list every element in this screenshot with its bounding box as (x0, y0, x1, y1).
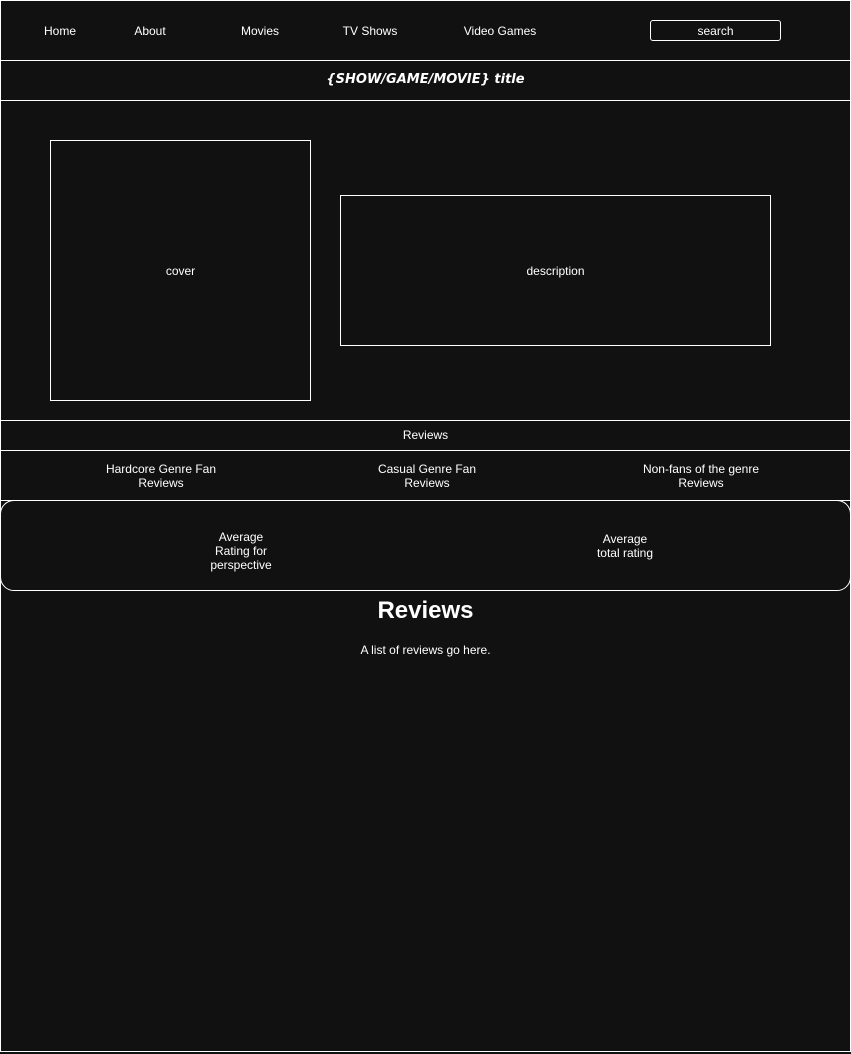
reviews-tab[interactable]: Reviews (0, 420, 851, 451)
search-input[interactable] (650, 20, 781, 41)
nav-about-link[interactable]: About (90, 24, 210, 38)
perspective-average-rating: Average Rating for perspective (181, 530, 301, 572)
description-box: description (340, 195, 771, 346)
description-label: description (526, 263, 585, 278)
nav-movies-link[interactable]: Movies (200, 24, 320, 38)
tab-hardcore-fan-reviews[interactable]: Hardcore Genre Fan Reviews (81, 462, 241, 490)
rating-label-line: Rating for (214, 544, 268, 558)
nav-video-games-link[interactable]: Video Games (440, 24, 560, 38)
page-title: {SHOW/GAME/MOVIE} title (0, 60, 851, 101)
cover-label: cover (165, 263, 196, 278)
rating-label-line: total rating (596, 546, 654, 560)
total-average-rating: Average total rating (565, 532, 685, 560)
perspective-tabs: Hardcore Genre Fan Reviews Casual Genre … (0, 450, 851, 501)
tab-non-fan-reviews[interactable]: Non-fans of the genre Reviews (621, 462, 781, 490)
tab-casual-fan-reviews[interactable]: Casual Genre Fan Reviews (347, 462, 507, 490)
tab-label-line: Reviews (138, 476, 184, 490)
ratings-panel: Average Rating for perspective Average t… (0, 500, 851, 591)
tab-label-line: Hardcore Genre Fan (105, 462, 217, 476)
tab-label-line: Reviews (678, 476, 724, 490)
rating-label-line: Average (602, 532, 648, 546)
tab-label-line: Reviews (404, 476, 450, 490)
reviews-heading: Reviews (377, 597, 474, 624)
top-nav: Home About Movies TV Shows Video Games (0, 0, 851, 61)
reviews-list-placeholder: A list of reviews go here. (360, 643, 491, 657)
tab-label-line: Non-fans of the genre (642, 462, 760, 476)
tab-label-line: Casual Genre Fan (377, 462, 477, 476)
rating-label-line: Average (218, 530, 264, 544)
nav-tv-shows-link[interactable]: TV Shows (310, 24, 430, 38)
rating-label-line: perspective (210, 558, 272, 572)
cover-image-placeholder: cover (50, 140, 311, 401)
